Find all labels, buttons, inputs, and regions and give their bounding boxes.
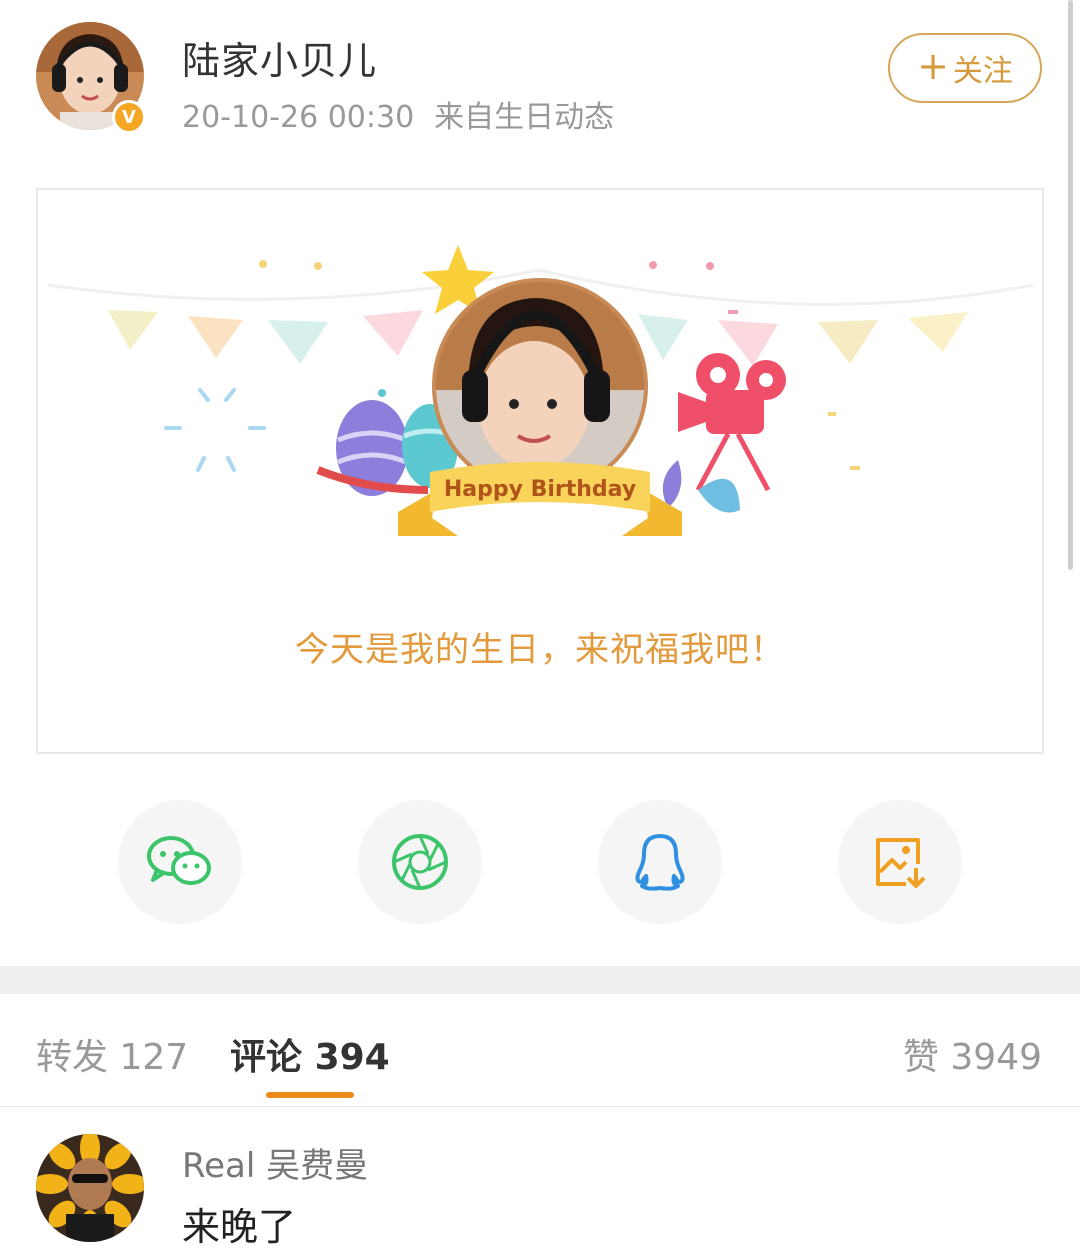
tabs-divider	[0, 1106, 1080, 1107]
timestamp: 20-10-26 00:30	[182, 100, 415, 135]
tab-repost-count: 127	[119, 1037, 189, 1078]
active-tab-indicator	[266, 1092, 354, 1098]
comment-text: 来晚了	[182, 1205, 297, 1249]
birthday-illustration: Happy Birthday	[47, 245, 1034, 536]
tab-comments[interactable]: 评论 394	[230, 1028, 390, 1080]
tab-comments-label: 评论	[230, 1037, 303, 1078]
comment-author[interactable]: Real 吴费曼	[182, 1138, 368, 1187]
save-image-icon	[876, 838, 926, 888]
verified-badge-icon: V	[112, 100, 146, 134]
tab-likes-label: 赞	[902, 1037, 939, 1078]
moments-icon	[392, 834, 448, 890]
tab-repost[interactable]: 转发 127	[36, 1028, 188, 1080]
save-image-button[interactable]	[838, 800, 962, 924]
username[interactable]: 陆家小贝儿	[182, 30, 377, 85]
tab-repost-label: 转发	[36, 1037, 109, 1078]
birthday-card[interactable]: Happy Birthday 今天是我的生日，来祝福我吧！	[36, 188, 1044, 754]
plus-icon: +	[917, 44, 949, 88]
post-source[interactable]: 来自生日动态	[434, 100, 614, 135]
post-meta: 20-10-26 00:30 来自生日动态	[182, 92, 614, 136]
wechat-icon	[147, 836, 211, 885]
tab-likes[interactable]: 赞 3949	[903, 1028, 1042, 1080]
follow-label: 关注	[952, 54, 1013, 89]
qq-icon	[635, 834, 685, 891]
follow-button[interactable]: + 关注	[888, 33, 1042, 103]
scrollbar[interactable]	[1068, 0, 1073, 570]
share-qq-button[interactable]	[598, 800, 722, 924]
section-divider	[0, 966, 1080, 994]
tab-comments-count: 394	[314, 1037, 390, 1078]
tab-likes-count: 3949	[950, 1037, 1042, 1078]
birthday-message: 今天是我的生日，来祝福我吧！	[295, 630, 785, 670]
happy-birthday-banner: Happy Birthday	[444, 477, 636, 502]
share-moments-button[interactable]	[358, 800, 482, 924]
share-wechat-button[interactable]	[118, 800, 242, 924]
comment-avatar[interactable]	[36, 1134, 144, 1242]
